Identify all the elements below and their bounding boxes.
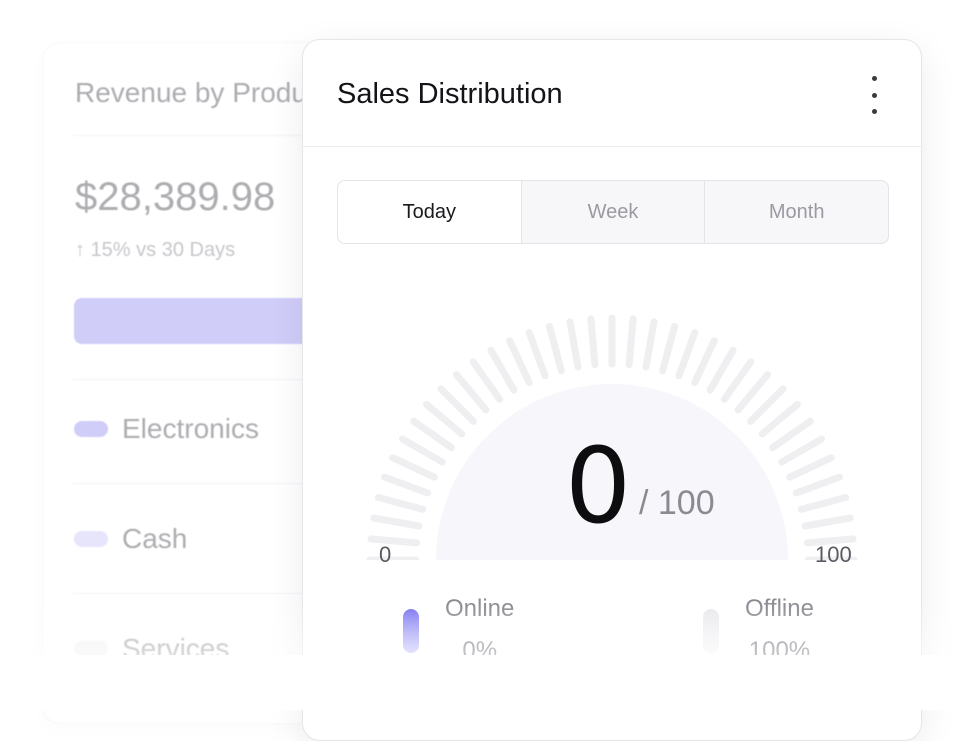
gauge-tick xyxy=(675,329,699,380)
legend-item-cash: Cash xyxy=(74,523,187,555)
arrow-up-icon: ↑ xyxy=(75,239,91,261)
gauge-tick xyxy=(778,435,826,466)
tab-today[interactable]: Today xyxy=(338,181,522,243)
gauge-max: / 100 xyxy=(639,484,715,522)
legend-label: Offline xyxy=(745,595,814,622)
gauge-tick xyxy=(389,454,438,481)
gauge-tick xyxy=(659,322,679,375)
sales-distribution-card: Sales Distribution Today Week Month 0 / … xyxy=(302,39,922,741)
gauge-tick xyxy=(769,417,814,452)
revenue-card-title: Revenue by Product xyxy=(75,77,329,108)
tab-week[interactable]: Week xyxy=(522,181,706,243)
gauge-tick xyxy=(370,514,423,530)
gauge-min-label: 0 xyxy=(379,542,392,567)
revenue-change: ↑ 15% vs 30 Days xyxy=(75,239,235,262)
gauge-tick xyxy=(381,473,432,497)
revenue-change-text: 15% vs 30 Days xyxy=(90,239,236,261)
gauge-tick xyxy=(410,417,455,452)
gauge-tick xyxy=(786,454,835,481)
revenue-amount: $28,389.98 xyxy=(75,175,276,219)
offline-color-swatch xyxy=(703,609,719,653)
card-title: Sales Distribution xyxy=(337,78,563,110)
gauge-tick xyxy=(706,346,737,394)
gauge-tick xyxy=(374,493,427,513)
gauge-tick xyxy=(566,318,582,371)
gauge-tick xyxy=(469,358,504,403)
legend-item-label: Cash xyxy=(122,523,188,554)
tab-month[interactable]: Month xyxy=(705,181,888,243)
gauge-tick xyxy=(642,318,658,371)
gauge-tick xyxy=(625,315,637,369)
gauge-tick xyxy=(720,358,755,403)
online-color-swatch xyxy=(403,609,419,653)
gauge-tick xyxy=(545,322,565,375)
legend-item-label: Electronics xyxy=(122,413,259,444)
gauge-tick xyxy=(691,337,718,386)
gauge-tick xyxy=(487,346,518,394)
bottom-mask xyxy=(0,655,960,710)
gauge-tick xyxy=(797,493,850,513)
gauge-tick xyxy=(525,329,549,380)
gauge-tick xyxy=(587,315,599,369)
gauge-tick xyxy=(506,337,533,386)
period-tabs: Today Week Month xyxy=(337,180,889,244)
legend-label: Online xyxy=(445,595,515,622)
legend-item-electronics: Electronics xyxy=(74,413,259,445)
gauge-tick xyxy=(792,473,843,497)
gauge-tick xyxy=(398,435,446,466)
gauge-max-label: 100 xyxy=(815,542,852,567)
legend-dot xyxy=(74,421,108,437)
vertical-dots-icon[interactable] xyxy=(861,76,887,114)
gauge-value: 0 xyxy=(565,425,632,547)
gauge-tick xyxy=(367,535,421,547)
card-header: Sales Distribution xyxy=(303,40,921,147)
legend-dot xyxy=(74,531,108,547)
gauge-tick xyxy=(801,514,854,530)
